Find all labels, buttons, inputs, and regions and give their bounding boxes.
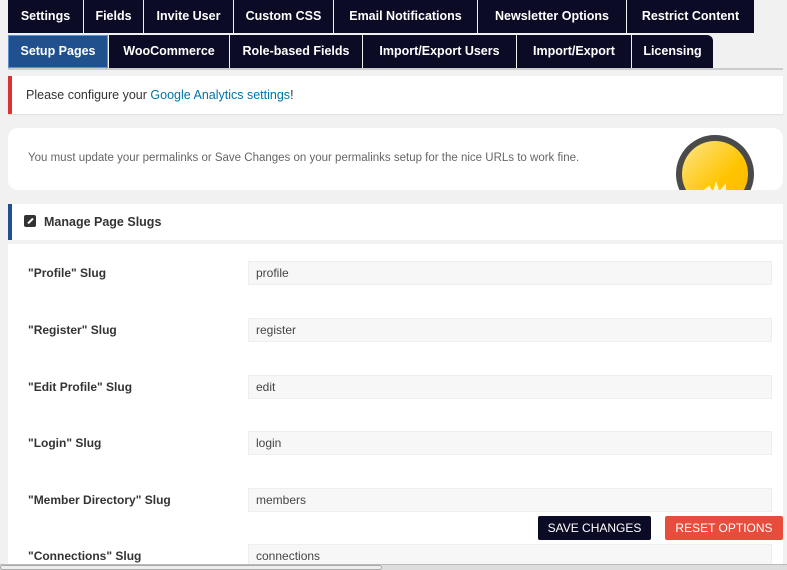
- slug-row-edit-profile: "Edit Profile" Slug: [8, 375, 783, 399]
- member-directory-slug-input[interactable]: [248, 488, 772, 512]
- tab-invite-user[interactable]: Invite User: [144, 0, 233, 33]
- tab-import-export[interactable]: Import/Export: [517, 35, 631, 68]
- horizontal-scrollbar[interactable]: [0, 564, 787, 570]
- slug-row-profile: "Profile" Slug: [8, 261, 783, 285]
- permalink-notice: You must update your permalinks or Save …: [8, 128, 783, 190]
- tabs-row-1: Settings Fields Invite User Custom CSS E…: [8, 0, 754, 33]
- save-changes-button[interactable]: SAVE CHANGES: [538, 516, 651, 540]
- google-analytics-settings-link[interactable]: Google Analytics settings: [150, 88, 290, 102]
- slug-label: "Connections" Slug: [28, 549, 142, 563]
- tabs-divider: [8, 68, 783, 70]
- tab-custom-css[interactable]: Custom CSS: [234, 0, 333, 33]
- badge-icon: [676, 135, 754, 190]
- tab-email-notifications[interactable]: Email Notifications: [334, 0, 477, 33]
- notice-text: Please configure your: [26, 88, 151, 102]
- section-header: Manage Page Slugs: [8, 204, 783, 240]
- login-slug-input[interactable]: [248, 431, 772, 455]
- tab-restrict-content[interactable]: Restrict Content: [627, 0, 754, 33]
- reset-options-button[interactable]: RESET OPTIONS: [665, 516, 783, 540]
- tab-import-export-users[interactable]: Import/Export Users: [363, 35, 516, 68]
- slug-row-member-directory: "Member Directory" Slug: [8, 488, 783, 512]
- slug-label: "Profile" Slug: [28, 266, 107, 280]
- scrollbar-thumb[interactable]: [0, 565, 382, 570]
- tab-role-based-fields[interactable]: Role-based Fields: [230, 35, 362, 68]
- tab-woocommerce[interactable]: WooCommerce: [109, 35, 229, 68]
- slug-row-login: "Login" Slug: [8, 431, 783, 455]
- slug-label: "Edit Profile" Slug: [28, 380, 133, 394]
- tab-licensing[interactable]: Licensing: [632, 35, 713, 68]
- pencil-icon: [24, 215, 36, 227]
- profile-slug-input[interactable]: [248, 261, 772, 285]
- slug-label: "Member Directory" Slug: [28, 493, 171, 507]
- slug-label: "Login" Slug: [28, 436, 102, 450]
- slug-row-register: "Register" Slug: [8, 318, 783, 342]
- analytics-notice: Please configure your Google Analytics s…: [8, 76, 783, 114]
- section-title: Manage Page Slugs: [44, 215, 162, 229]
- tabs-row-2: Setup Pages WooCommerce Role-based Field…: [8, 35, 713, 68]
- tab-setup-pages[interactable]: Setup Pages: [8, 35, 108, 68]
- tab-settings[interactable]: Settings: [8, 0, 83, 33]
- tab-fields[interactable]: Fields: [84, 0, 143, 33]
- register-slug-input[interactable]: [248, 318, 772, 342]
- edit-profile-slug-input[interactable]: [248, 375, 772, 399]
- slug-label: "Register" Slug: [28, 323, 117, 337]
- permalink-notice-text: You must update your permalinks or Save …: [28, 152, 580, 164]
- notice-suffix: !: [290, 88, 294, 102]
- tab-newsletter-options[interactable]: Newsletter Options: [478, 0, 626, 33]
